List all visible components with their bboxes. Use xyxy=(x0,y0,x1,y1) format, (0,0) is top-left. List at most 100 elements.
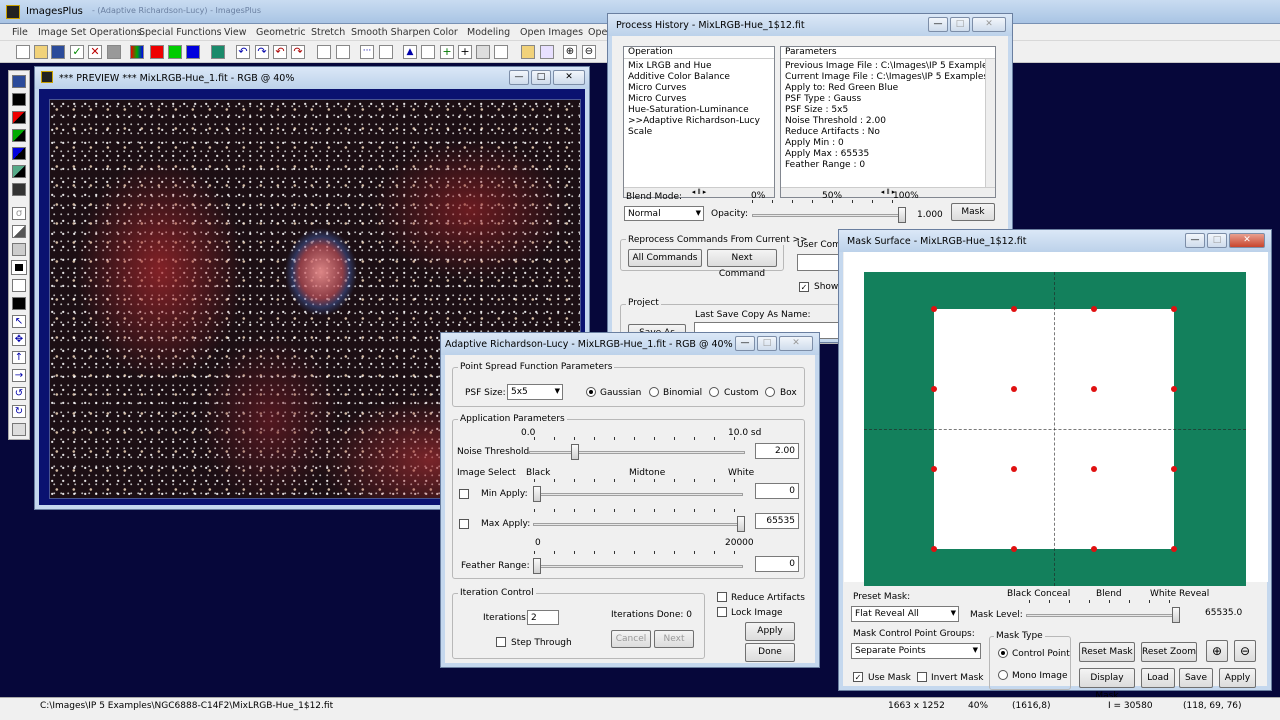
copy-icon[interactable] xyxy=(12,423,26,436)
preview-minimize-button[interactable]: — xyxy=(509,70,529,85)
menu-view[interactable]: View xyxy=(224,27,247,38)
arrow-up-icon[interactable]: ↑ xyxy=(12,351,26,364)
crosshair-icon[interactable]: + xyxy=(440,45,454,59)
menu-ope[interactable]: Ope xyxy=(588,27,607,38)
preview-close-button[interactable]: ✕ xyxy=(553,70,585,85)
arl-apply-button[interactable]: Apply xyxy=(745,622,795,641)
mask-save-button[interactable]: Save xyxy=(1179,668,1213,688)
noise-threshold-value[interactable]: 2.00 xyxy=(755,443,799,459)
black-tool-icon[interactable] xyxy=(12,93,26,106)
operation-list[interactable]: Operation Mix LRGB and Hue Additive Colo… xyxy=(623,46,775,198)
mask-zoom-in-icon[interactable]: ⊕ xyxy=(1206,640,1228,662)
blue-black-icon[interactable] xyxy=(12,147,26,160)
new-icon[interactable] xyxy=(16,45,30,59)
control-point-radio[interactable] xyxy=(998,648,1008,658)
move-icon[interactable]: + xyxy=(458,45,472,59)
arl-close-button[interactable]: ✕ xyxy=(779,336,813,351)
black-square-icon[interactable] xyxy=(12,297,26,310)
mask-control-point[interactable] xyxy=(1091,306,1097,312)
grid-icon[interactable] xyxy=(211,45,225,59)
history-maximize-button[interactable]: □ xyxy=(950,17,970,32)
mask-control-point[interactable] xyxy=(1011,306,1017,312)
feather-range-value[interactable]: 0 xyxy=(755,556,799,572)
mask-control-point[interactable] xyxy=(1171,546,1177,552)
frame-icon[interactable] xyxy=(11,260,27,275)
dark-tool-icon[interactable] xyxy=(12,183,26,196)
mask-maximize-button[interactable]: □ xyxy=(1207,233,1227,248)
undo-icon[interactable]: ↶ xyxy=(236,45,250,59)
opacity-slider-thumb[interactable] xyxy=(898,207,906,223)
mask-control-point[interactable] xyxy=(1171,466,1177,472)
cancel-button[interactable]: Cancel xyxy=(611,630,651,648)
parameters-list[interactable]: Parameters Previous Image File : C:\Imag… xyxy=(780,46,996,198)
sigma-icon[interactable]: σ xyxy=(12,207,26,220)
dots-icon[interactable]: ··· xyxy=(360,45,374,59)
feather-range-track[interactable] xyxy=(533,565,743,568)
rgb-icon[interactable] xyxy=(130,45,144,59)
binomial-radio[interactable] xyxy=(649,387,659,397)
mask-apply-button[interactable]: Apply xyxy=(1219,668,1256,688)
psf-size-select[interactable]: 5x5 xyxy=(507,384,563,400)
preset-mask-select[interactable]: Flat Reveal All xyxy=(851,606,959,622)
arl-minimize-button[interactable]: — xyxy=(735,336,755,351)
show-checkbox[interactable]: ✓ xyxy=(799,282,809,292)
pan-icon[interactable]: ✥ xyxy=(12,333,26,346)
opacity-slider-track[interactable] xyxy=(752,214,902,217)
check-icon[interactable]: ✓ xyxy=(70,45,84,59)
next-command-button[interactable]: Next Command xyxy=(707,249,777,279)
noise-threshold-thumb[interactable] xyxy=(571,444,579,460)
parameters-hscrollbar[interactable]: ◂ ⦀ ▸ xyxy=(781,187,995,197)
min-apply-track[interactable] xyxy=(533,493,743,496)
operation-item[interactable]: Micro Curves xyxy=(628,83,686,93)
menu-modeling[interactable]: Modeling xyxy=(467,27,510,38)
redo-all-icon[interactable]: ↷ xyxy=(291,45,305,59)
parameters-vscrollbar[interactable] xyxy=(985,59,995,187)
menu-file[interactable]: File xyxy=(12,27,28,38)
zoom-out-icon[interactable]: ⊖ xyxy=(582,45,596,59)
operation-item[interactable]: Mix LRGB and Hue xyxy=(628,61,712,71)
pencil-icon[interactable] xyxy=(521,45,535,59)
save-tool-icon[interactable] xyxy=(12,75,26,88)
noise-threshold-track[interactable] xyxy=(529,451,745,454)
rotate-right-icon[interactable]: ↻ xyxy=(12,405,26,418)
mask-control-point[interactable] xyxy=(1091,546,1097,552)
preview-maximize-button[interactable]: □ xyxy=(531,70,551,85)
mask-control-point[interactable] xyxy=(931,466,937,472)
step-through-checkbox[interactable] xyxy=(496,637,506,647)
mask-control-point[interactable] xyxy=(931,306,937,312)
print-icon[interactable] xyxy=(107,45,121,59)
menu-color[interactable]: Color xyxy=(433,27,458,38)
feather-range-thumb[interactable] xyxy=(533,558,541,574)
target-icon[interactable] xyxy=(317,45,331,59)
all-commands-button[interactable]: All Commands xyxy=(628,249,702,267)
box-radio[interactable] xyxy=(765,387,775,397)
custom-radio[interactable] xyxy=(709,387,719,397)
gradient-icon[interactable] xyxy=(12,225,26,238)
arrow-right-icon[interactable]: → xyxy=(12,369,26,382)
mask-control-point[interactable] xyxy=(1171,306,1177,312)
history-close-button[interactable]: ✕ xyxy=(972,17,1006,32)
reduce-artifacts-checkbox[interactable] xyxy=(717,592,727,602)
operation-item[interactable]: >>Adaptive Richardson-Lucy xyxy=(628,116,760,126)
max-apply-value[interactable]: 65535 xyxy=(755,513,799,529)
mask-control-point[interactable] xyxy=(931,386,937,392)
next-button[interactable]: Next xyxy=(654,630,694,648)
max-apply-track[interactable] xyxy=(533,523,743,526)
redo-icon[interactable]: ↷ xyxy=(255,45,269,59)
cancel-icon[interactable]: ✕ xyxy=(88,45,102,59)
operation-item[interactable]: Hue-Saturation-Luminance xyxy=(628,105,749,115)
iterations-stepper[interactable]: 2 xyxy=(527,610,559,625)
teal-black-icon[interactable] xyxy=(12,165,26,178)
stars-icon[interactable] xyxy=(494,45,508,59)
mono-image-radio[interactable] xyxy=(998,670,1008,680)
gray-tool-icon[interactable] xyxy=(12,243,26,256)
blue-channel-icon[interactable] xyxy=(186,45,200,59)
mask-load-button[interactable]: Load xyxy=(1141,668,1175,688)
columns-icon[interactable] xyxy=(12,279,26,292)
mask-control-point[interactable] xyxy=(1171,386,1177,392)
red-channel-icon[interactable] xyxy=(150,45,164,59)
save-icon[interactable] xyxy=(51,45,65,59)
curve-icon[interactable] xyxy=(421,45,435,59)
lock-image-checkbox[interactable] xyxy=(717,607,727,617)
menu-stretch[interactable]: Stretch xyxy=(311,27,345,38)
